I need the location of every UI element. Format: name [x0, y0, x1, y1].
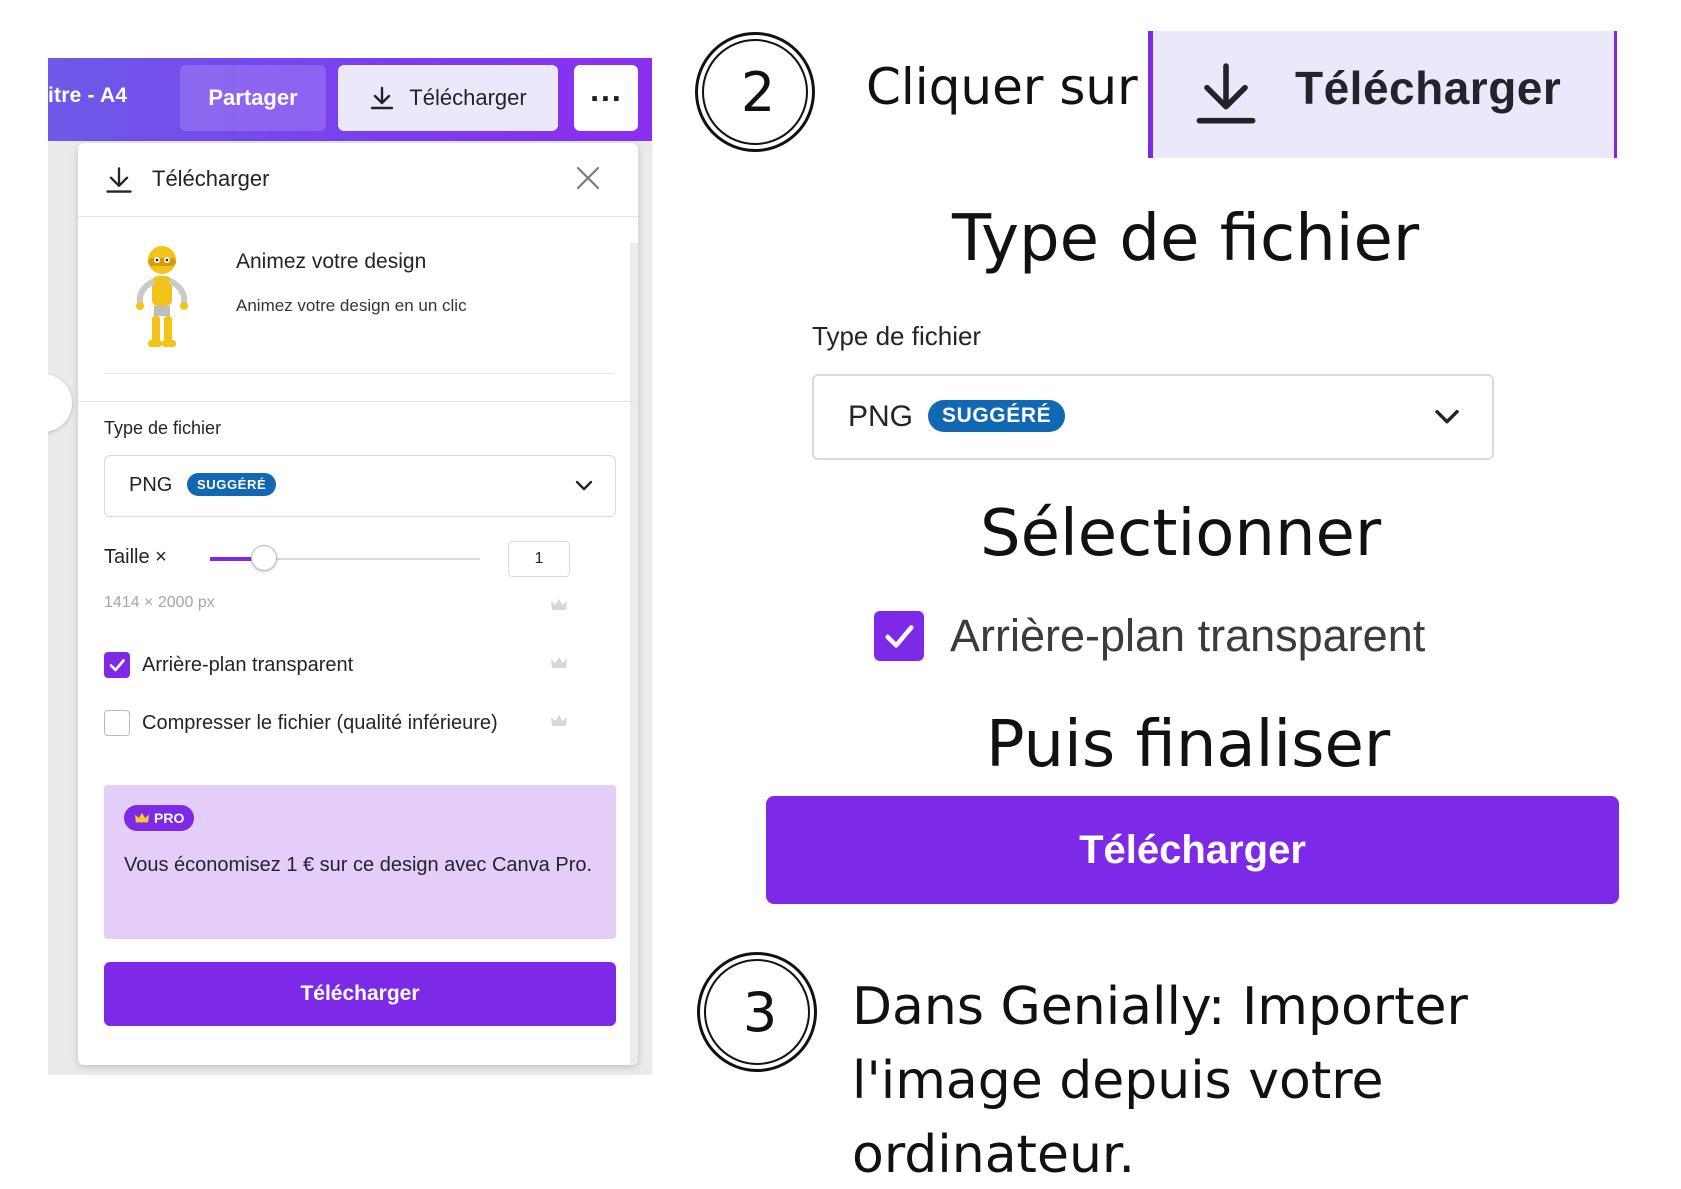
- suggested-badge-zoom: SUGGÉRÉ: [928, 400, 1066, 432]
- transparent-bg-checkbox-zoom[interactable]: [874, 611, 924, 661]
- animate-title: Animez votre design: [236, 250, 427, 273]
- step-3-number: 3: [742, 981, 778, 1044]
- panel-title: Télécharger: [152, 166, 270, 191]
- crown-icon: [135, 812, 149, 823]
- pro-savings-text: Vous économisez 1 € sur ce design avec C…: [124, 854, 593, 876]
- download-top-button[interactable]: Télécharger: [338, 65, 558, 131]
- compress-checkbox[interactable]: [104, 710, 130, 736]
- step-3-text: Dans Genially: Importer l'image depuis v…: [852, 977, 1468, 1185]
- download-button-zoom[interactable]: Télécharger: [1148, 31, 1617, 158]
- file-type-zoom-label: Type de fichier: [812, 321, 982, 351]
- canva-download-screenshot: itre - A4 Partager Télécharger ... Téléc…: [48, 58, 652, 1075]
- transparent-bg-option-zoom[interactable]: Arrière-plan transparent: [874, 610, 1425, 662]
- download-zoom-label: Télécharger: [1295, 62, 1562, 114]
- transparent-bg-option[interactable]: Arrière-plan transparent: [104, 651, 353, 679]
- canvas-background: [48, 218, 78, 1075]
- file-type-select-zoom[interactable]: PNG SUGGÉRÉ: [812, 374, 1494, 460]
- animate-subtitle: Animez votre design en un clic: [236, 296, 467, 315]
- more-button[interactable]: ...: [574, 65, 638, 131]
- compress-label: Compresser le fichier (qualité inférieur…: [142, 711, 498, 734]
- download-icon: [371, 86, 394, 110]
- file-type-value: PNG: [129, 474, 173, 496]
- divider: [104, 373, 614, 374]
- size-label: Taille ×: [104, 546, 167, 568]
- animate-promo[interactable]: Animez votre design Animez votre design …: [78, 218, 638, 398]
- file-type-zoom-value: PNG: [848, 400, 914, 433]
- file-type-select[interactable]: PNG SUGGÉRÉ: [104, 455, 616, 517]
- divider: [78, 401, 638, 402]
- heading-file-type: Type de fichier: [952, 202, 1420, 276]
- close-icon[interactable]: [573, 163, 603, 193]
- suggested-badge: SUGGÉRÉ: [187, 473, 277, 496]
- robot-illustration: [136, 246, 188, 347]
- file-type-label: Type de fichier: [104, 418, 222, 438]
- step-2-number: 2: [740, 61, 776, 124]
- size-input[interactable]: 1: [508, 541, 570, 577]
- more-icon: ...: [589, 78, 623, 108]
- step-2-circle: 2: [695, 32, 815, 152]
- pro-savings-box: PRO Vous économisez 1 € sur ce design av…: [104, 785, 616, 939]
- crown-icon: [551, 657, 567, 668]
- check-icon: [109, 659, 125, 672]
- download-icon: [106, 167, 132, 193]
- crown-icon: [551, 599, 567, 610]
- chevron-down-icon: [1435, 410, 1459, 424]
- download-button[interactable]: Télécharger: [104, 962, 616, 1026]
- download-top-label: Télécharger: [409, 85, 527, 110]
- heading-finish: Puis finaliser: [986, 708, 1391, 782]
- transparent-bg-label: Arrière-plan transparent: [142, 653, 354, 676]
- step-3-circle: 3: [697, 952, 817, 1072]
- document-title[interactable]: itre - A4: [48, 84, 127, 108]
- download-panel: Télécharger Animez votre design Animez v…: [78, 143, 638, 1065]
- download-icon: [1196, 63, 1256, 124]
- share-button[interactable]: Partager: [180, 65, 326, 131]
- transparent-bg-zoom-label: Arrière-plan transparent: [950, 610, 1426, 661]
- chevron-down-icon: [575, 480, 593, 491]
- editor-topbar: itre - A4 Partager Télécharger ...: [48, 58, 652, 141]
- pro-badge-label: PRO: [154, 810, 185, 826]
- pro-badge: PRO: [124, 805, 195, 831]
- click-on-text: Cliquer sur: [866, 58, 1138, 116]
- dimensions-text: 1414 × 2000 px: [104, 594, 215, 611]
- download-button-zoom-final[interactable]: Télécharger: [766, 796, 1619, 904]
- panel-header: Télécharger: [78, 143, 638, 217]
- transparent-bg-checkbox[interactable]: [104, 652, 130, 678]
- heading-select: Sélectionner: [980, 497, 1382, 571]
- check-icon: [885, 625, 914, 648]
- compress-option[interactable]: Compresser le fichier (qualité inférieur…: [104, 709, 498, 737]
- crown-icon: [551, 715, 567, 726]
- size-slider-handle[interactable]: [251, 545, 277, 571]
